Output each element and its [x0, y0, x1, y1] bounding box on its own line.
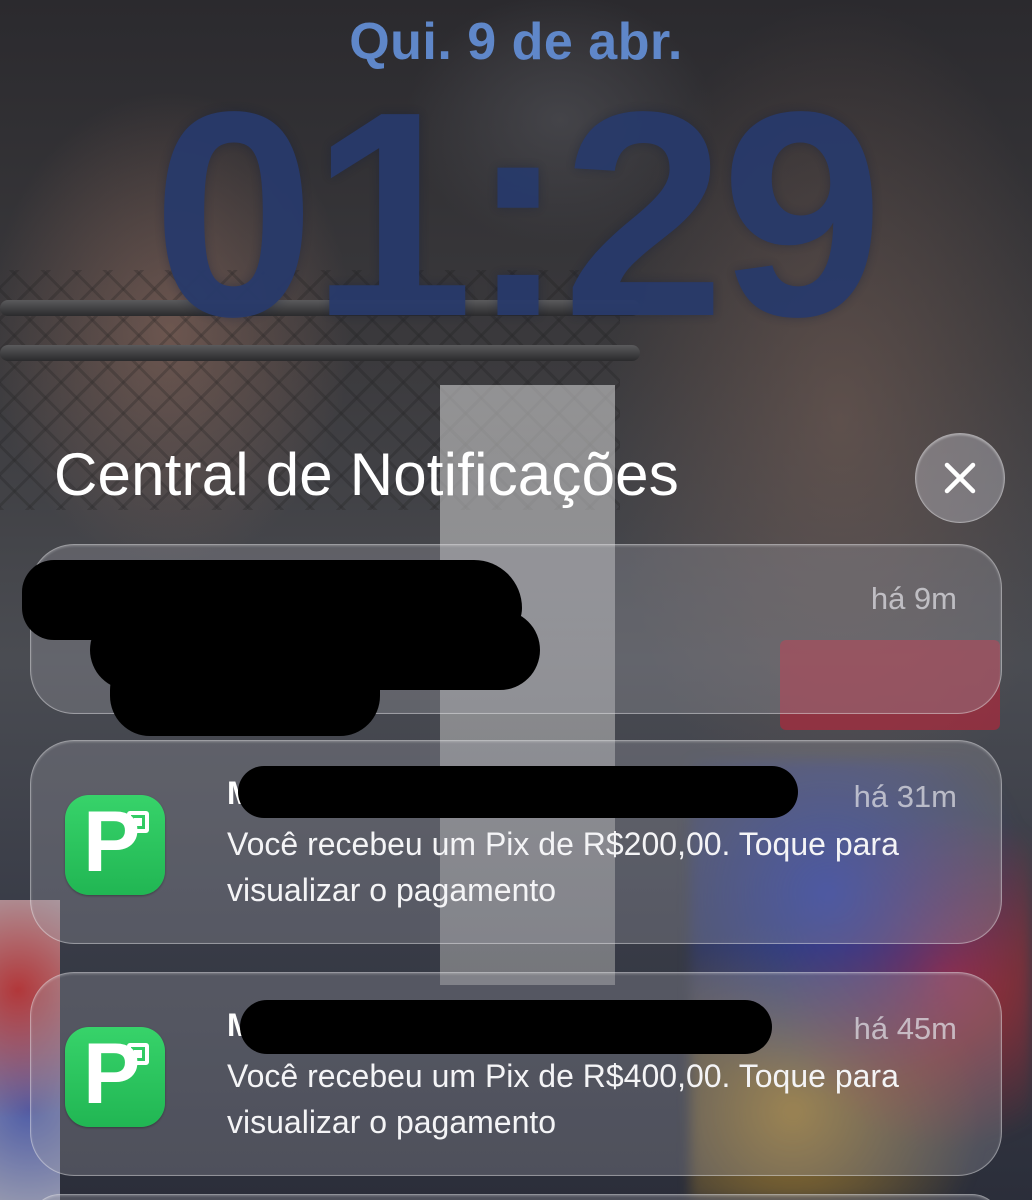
close-icon [944, 462, 976, 494]
redaction-mark [110, 650, 380, 736]
notification-time: há 45m [853, 1011, 957, 1046]
notification-time: há 9m [870, 581, 957, 616]
picpay-icon: P [65, 795, 165, 895]
lockscreen-time: 01:29 [152, 51, 884, 377]
notification-body: Você recebeu um Pix de R$400,00. Toque p… [227, 1058, 899, 1140]
close-notifications-button[interactable] [915, 433, 1005, 523]
notification-card-partial[interactable] [30, 1194, 1002, 1200]
lock-screen: Qui. 9 de abr. 01:29 Central de Notifica… [0, 0, 1032, 1200]
notification-time: há 31m [853, 779, 957, 814]
redaction-mark [240, 1000, 772, 1054]
notification-center-title: Central de Notificações [54, 441, 679, 508]
redaction-mark [238, 766, 798, 818]
picpay-icon: P [65, 1027, 165, 1127]
notification-body: Você recebeu um Pix de R$200,00. Toque p… [227, 826, 899, 908]
